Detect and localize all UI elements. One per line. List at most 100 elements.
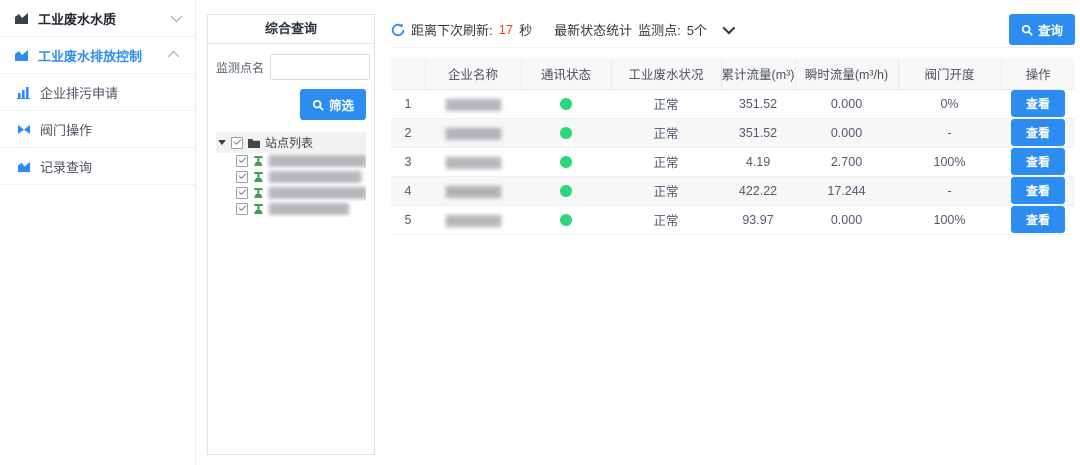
company-name-masked: █████████ [446, 158, 501, 169]
status-dot [560, 185, 572, 197]
sidebar-item-label: 工业废水排放控制 [38, 46, 162, 65]
tree-item-checkbox[interactable] [236, 203, 248, 215]
chevron-up-icon [168, 51, 179, 62]
sidebar-item-valve-operation[interactable]: 阀门操作 [0, 111, 195, 148]
instant-flow: 0.000 [795, 89, 898, 118]
panel-title: 综合查询 [208, 15, 374, 44]
row-index: 1 [391, 89, 425, 118]
instant-flow: 17.244 [795, 176, 898, 205]
query-panel: 综合查询 监测点名 筛选 站点列表 [207, 14, 375, 455]
waste-status: 正常 [611, 118, 721, 147]
valve-open: - [898, 176, 1001, 205]
station-name-label: 监测点名 [216, 59, 264, 76]
valve-green-icon [252, 171, 265, 183]
refresh-seconds: 17 [499, 22, 513, 37]
sidebar: 工业废水水质 工业废水排放控制 企业排污申请 阀门操作 记录查询 [0, 0, 196, 465]
valve-open: 100% [898, 147, 1001, 176]
view-button[interactable]: 查看 [1011, 119, 1065, 146]
total-flow: 4.19 [721, 147, 795, 176]
total-flow: 351.52 [721, 89, 795, 118]
status-dot [560, 127, 572, 139]
table-row: 5 █████████ 正常 93.97 0.000 100% 查看 [391, 205, 1075, 234]
instant-flow: 0.000 [795, 205, 898, 234]
view-button[interactable]: 查看 [1011, 177, 1065, 204]
col-action: 操作 [1001, 58, 1075, 89]
tree-root-checkbox[interactable] [231, 137, 243, 149]
valve-open: - [898, 118, 1001, 147]
chevron-down-icon [171, 11, 182, 22]
company-name-masked: █████████ [446, 216, 501, 227]
search-icon [312, 99, 324, 111]
tree-item-checkbox[interactable] [236, 187, 248, 199]
waste-status: 正常 [611, 147, 721, 176]
station-name-masked: ████████████████ [269, 156, 366, 167]
tree-station-item[interactable]: ███████████████ [216, 169, 366, 185]
instant-flow: 0.000 [795, 118, 898, 147]
view-button[interactable]: 查看 [1011, 90, 1065, 117]
waste-status: 正常 [611, 205, 721, 234]
sidebar-item-water-quality[interactable]: 工业废水水质 [0, 0, 195, 37]
refresh-label: 距离下次刷新: [411, 20, 493, 39]
sidebar-item-pollution-apply[interactable]: 企业排污申请 [0, 74, 195, 111]
table-row: 1 █████████ 正常 351.52 0.000 0% 查看 [391, 89, 1075, 118]
app-window: 工业废水水质 工业废水排放控制 企业排污申请 阀门操作 记录查询 综合查询 监测… [0, 0, 1080, 465]
col-index [391, 58, 425, 89]
sidebar-item-discharge-control[interactable]: 工业废水排放控制 [0, 37, 195, 74]
tree-station-item[interactable]: ████████████████ [216, 153, 366, 169]
company-name-masked: █████████ [446, 129, 501, 140]
valve-open: 0% [898, 89, 1001, 118]
area-chart-icon [14, 48, 29, 62]
company-name-masked: █████████ [446, 100, 501, 111]
folder-icon [247, 137, 261, 149]
status-toolbar: 距离下次刷新: 17 秒 最新状态统计 监测点: 5个 查询 [391, 14, 1075, 48]
valve-green-icon [252, 203, 265, 215]
row-index: 4 [391, 176, 425, 205]
area-chart-icon [17, 160, 31, 173]
row-index: 2 [391, 118, 425, 147]
status-dot [560, 214, 572, 226]
bar-chart-icon [17, 86, 31, 99]
sidebar-item-record-query[interactable]: 记录查询 [0, 148, 195, 185]
company-name-masked: █████████ [446, 187, 501, 198]
station-name-input[interactable] [270, 54, 370, 80]
instant-flow: 2.700 [795, 147, 898, 176]
query-button[interactable]: 查询 [1009, 14, 1075, 45]
tree-root-station-list[interactable]: 站点列表 [216, 132, 366, 153]
points-count: 5个 [687, 20, 707, 39]
table-row: 4 █████████ 正常 422.22 17.244 - 查看 [391, 176, 1075, 205]
stations-table: 企业名称 通讯状态 工业废水状况 累计流量(m³) 瞬时流量(m³/h) 阀门开… [391, 58, 1075, 235]
table-row: 2 █████████ 正常 351.52 0.000 - 查看 [391, 118, 1075, 147]
tree-item-checkbox[interactable] [236, 155, 248, 167]
waste-status: 正常 [611, 89, 721, 118]
tree-station-item[interactable]: █████████████ [216, 201, 366, 217]
filter-button[interactable]: 筛选 [300, 89, 366, 120]
total-flow: 351.52 [721, 118, 795, 147]
table-header-row: 企业名称 通讯状态 工业废水状况 累计流量(m³) 瞬时流量(m³/h) 阀门开… [391, 58, 1075, 89]
valve-open: 100% [898, 205, 1001, 234]
col-waste-status: 工业废水状况 [611, 58, 721, 89]
total-flow: 422.22 [721, 176, 795, 205]
view-button[interactable]: 查看 [1011, 206, 1065, 233]
row-index: 3 [391, 147, 425, 176]
table-row: 3 █████████ 正常 4.19 2.700 100% 查看 [391, 147, 1075, 176]
valve-green-icon [252, 187, 265, 199]
station-tree: 站点列表 ████████████████ ███████████████ ██… [216, 132, 366, 217]
chevron-down-icon[interactable] [723, 22, 736, 35]
seconds-unit: 秒 [519, 20, 532, 39]
sidebar-item-label: 企业排污申请 [40, 83, 181, 102]
caret-down-icon [218, 140, 226, 145]
row-index: 5 [391, 205, 425, 234]
col-comm-status: 通讯状态 [521, 58, 611, 89]
col-company-name: 企业名称 [425, 58, 521, 89]
valve-icon [17, 123, 31, 136]
refresh-icon [391, 23, 405, 37]
view-button[interactable]: 查看 [1011, 148, 1065, 175]
total-flow: 93.97 [721, 205, 795, 234]
tree-item-checkbox[interactable] [236, 171, 248, 183]
tree-station-item[interactable]: ████████████████ [216, 185, 366, 201]
station-name-masked: █████████████ [269, 204, 348, 215]
points-label: 监测点: [638, 20, 681, 39]
waste-status: 正常 [611, 176, 721, 205]
col-total-flow: 累计流量(m³) [721, 58, 795, 89]
col-instant-flow: 瞬时流量(m³/h) [795, 58, 898, 89]
